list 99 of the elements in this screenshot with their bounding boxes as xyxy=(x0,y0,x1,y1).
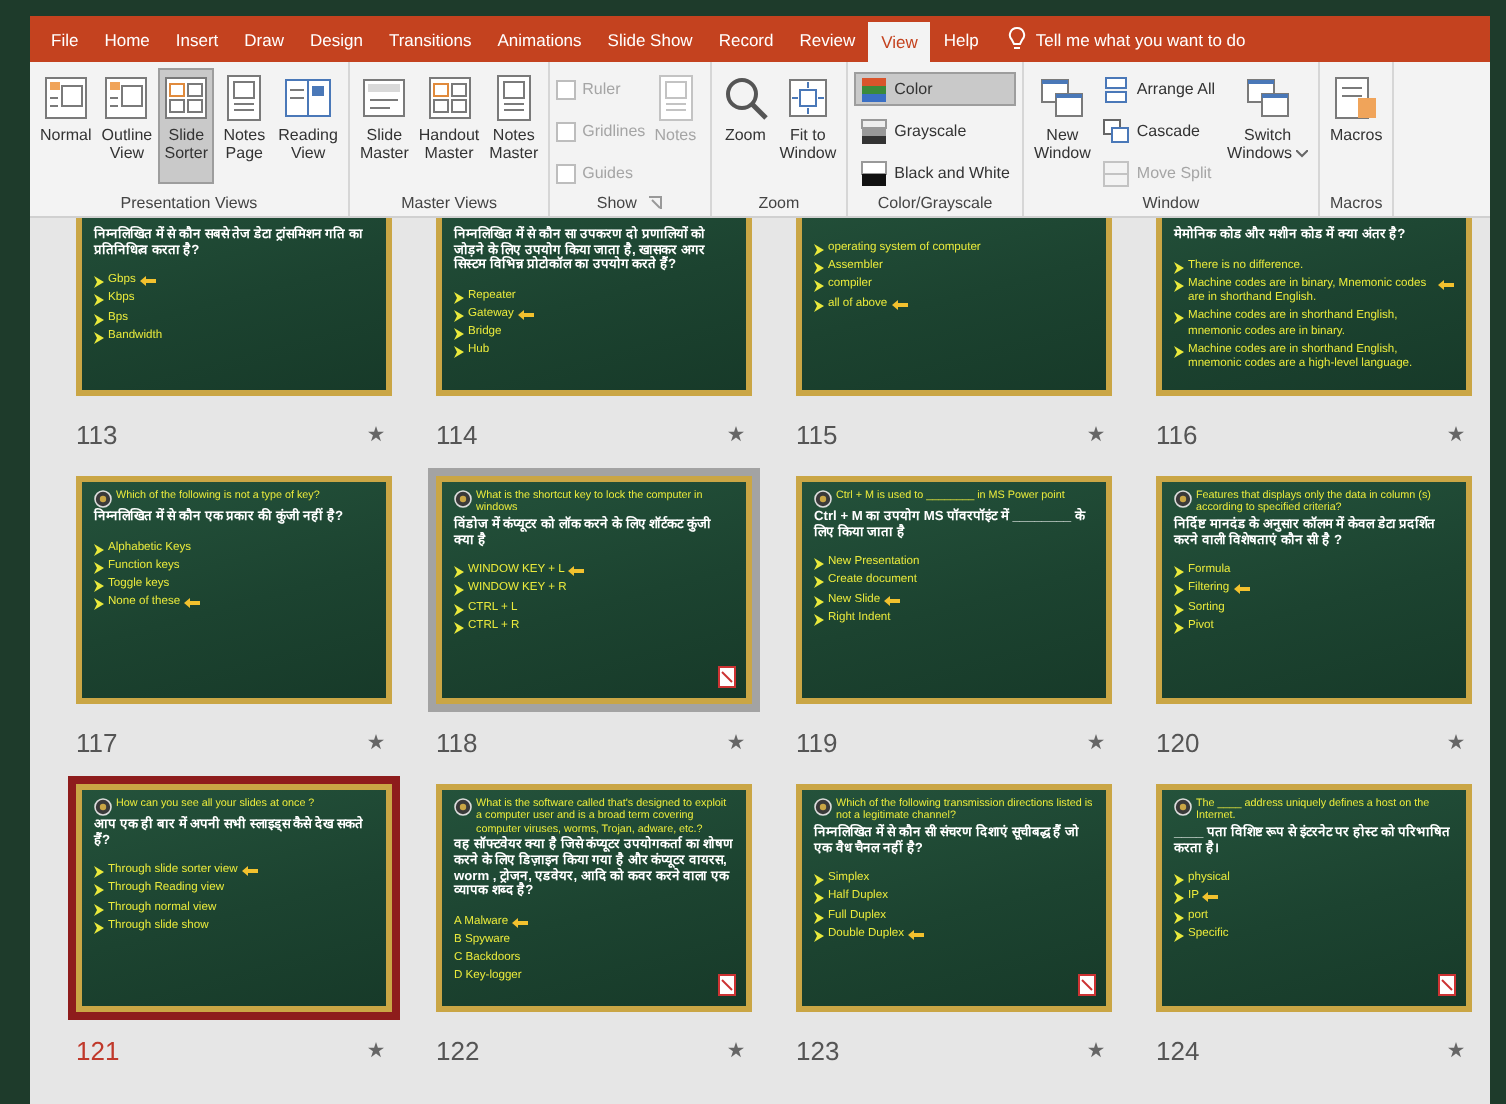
checkbox-label: Ruler xyxy=(582,80,621,98)
slide-number: 121 xyxy=(76,1035,120,1065)
macro-sheet-icon xyxy=(1332,74,1381,122)
ribbon-button[interactable]: Cascade xyxy=(1096,114,1222,148)
logo-icon xyxy=(94,798,112,816)
star-icon xyxy=(728,1042,744,1058)
logo-icon xyxy=(814,798,832,816)
ribbon-button[interactable]: Notes Page xyxy=(216,68,273,184)
fit-window-icon xyxy=(783,74,832,122)
ribbon-tab[interactable]: View xyxy=(868,22,931,62)
group-label: Presentation Views xyxy=(120,194,258,212)
logo-icon xyxy=(1174,490,1192,508)
ribbon-button[interactable]: Arrange All xyxy=(1096,72,1222,106)
ribbon-tab[interactable]: Animations xyxy=(484,16,595,62)
contrast-swatch-icon xyxy=(860,159,889,187)
slide-number: 123 xyxy=(796,1035,840,1065)
ribbon-button[interactable]: Fit to Window xyxy=(775,68,841,184)
ribbon-button[interactable]: Handout Master xyxy=(414,68,484,184)
ribbon-button[interactable]: Color xyxy=(854,72,1016,106)
group-label: Show xyxy=(596,194,637,212)
window-tile-icon xyxy=(1102,75,1131,103)
slide-thumbnail[interactable] xyxy=(796,784,1112,1012)
ribbon-tab[interactable]: File xyxy=(38,16,92,62)
logo-icon xyxy=(454,798,472,816)
layout-icon xyxy=(102,74,151,122)
logo-icon xyxy=(454,490,472,508)
ribbon-button[interactable]: Reading View xyxy=(274,68,342,184)
layout-icon xyxy=(41,74,90,122)
star-icon xyxy=(728,734,744,750)
ribbon-tab[interactable]: Slide Show xyxy=(594,16,706,62)
book-icon xyxy=(284,74,333,122)
star-icon xyxy=(1448,734,1464,750)
star-icon xyxy=(728,426,744,442)
ribbon-tab[interactable]: Insert xyxy=(162,16,232,62)
checkbox-label: Gridlines xyxy=(582,122,646,140)
star-icon xyxy=(1088,426,1104,442)
ribbon-button[interactable]: Switch Windows xyxy=(1223,68,1312,184)
ribbon-tab[interactable]: Review xyxy=(786,16,869,62)
slide-thumbnail[interactable] xyxy=(1156,218,1472,396)
logo-icon xyxy=(94,490,112,508)
slide-grid-icon xyxy=(425,74,474,122)
lightbulb-icon xyxy=(1007,26,1026,52)
slide-number: 113 xyxy=(76,419,118,449)
slide-grid-icon xyxy=(162,74,211,122)
tell-me-search[interactable]: Tell me what you want to do xyxy=(1035,29,1246,49)
split-icon xyxy=(1102,159,1131,187)
caret-icon xyxy=(1296,150,1308,159)
group-label: Zoom xyxy=(758,194,800,212)
ribbon-tab[interactable]: Design xyxy=(297,16,376,62)
ribbon-button[interactable]: Notes Master xyxy=(485,68,543,184)
star-icon xyxy=(1448,1042,1464,1058)
ribbon-button[interactable]: Grayscale xyxy=(854,114,1016,148)
group-label: Color/Grayscale xyxy=(877,194,993,212)
windows-icon xyxy=(1038,74,1087,122)
slide-number: 122 xyxy=(436,1035,480,1065)
ribbon-button[interactable]: New Window xyxy=(1029,68,1095,184)
ribbon-button[interactable]: Normal xyxy=(36,68,96,184)
ribbon-tab[interactable]: Draw xyxy=(231,16,297,62)
star-icon xyxy=(368,734,384,750)
ribbon-button[interactable]: Slide Master xyxy=(355,68,413,184)
ribbon-tab[interactable]: Home xyxy=(91,16,163,62)
color-swatch-icon xyxy=(860,75,889,103)
star-icon xyxy=(1448,426,1464,442)
slide-number: 124 xyxy=(1156,1035,1200,1065)
slide-number: 119 xyxy=(796,727,838,757)
star-icon xyxy=(368,426,384,442)
cascade-icon xyxy=(1102,117,1131,145)
group-label: Macros xyxy=(1330,194,1383,212)
ribbon-tab[interactable]: Transitions xyxy=(375,16,485,62)
bullet-arrow-icon xyxy=(1174,312,1184,325)
windows-icon xyxy=(1243,74,1292,122)
logo-icon xyxy=(814,490,832,508)
star-icon xyxy=(368,1042,384,1058)
slide-thumbnail[interactable] xyxy=(436,784,752,1012)
slide-number: 117 xyxy=(76,727,118,757)
slide-number: 118 xyxy=(436,727,478,757)
star-icon xyxy=(1088,734,1104,750)
bullet-arrow-icon xyxy=(1174,345,1184,358)
ribbon-button[interactable]: Macros xyxy=(1326,68,1387,184)
ribbon-button[interactable]: Black and White xyxy=(854,156,1016,190)
magnifier-icon xyxy=(721,74,770,122)
dialog-launcher-icon[interactable] xyxy=(648,196,663,210)
logo-icon xyxy=(1174,798,1192,816)
group-label: Master Views xyxy=(401,194,497,212)
checkbox-label: Guides xyxy=(582,164,633,182)
slide-number: 114 xyxy=(436,419,478,449)
group-label: Window xyxy=(1142,194,1200,212)
ribbon-tab[interactable]: Help xyxy=(930,16,992,62)
grayscale-icon xyxy=(860,117,889,145)
star-icon xyxy=(1088,1042,1104,1058)
slide-number: 116 xyxy=(1156,419,1198,449)
ribbon-tab[interactable]: Record xyxy=(705,16,787,62)
slide-number: 115 xyxy=(796,419,838,449)
ribbon-button[interactable]: Outline View xyxy=(97,68,157,184)
slide-number: 120 xyxy=(1156,727,1200,757)
slide-layout-icon xyxy=(360,74,409,122)
slide-thumbnail[interactable] xyxy=(1156,476,1472,704)
ribbon-button[interactable]: Slide Sorter xyxy=(158,68,215,184)
ribbon-button[interactable]: Zoom xyxy=(717,68,774,184)
